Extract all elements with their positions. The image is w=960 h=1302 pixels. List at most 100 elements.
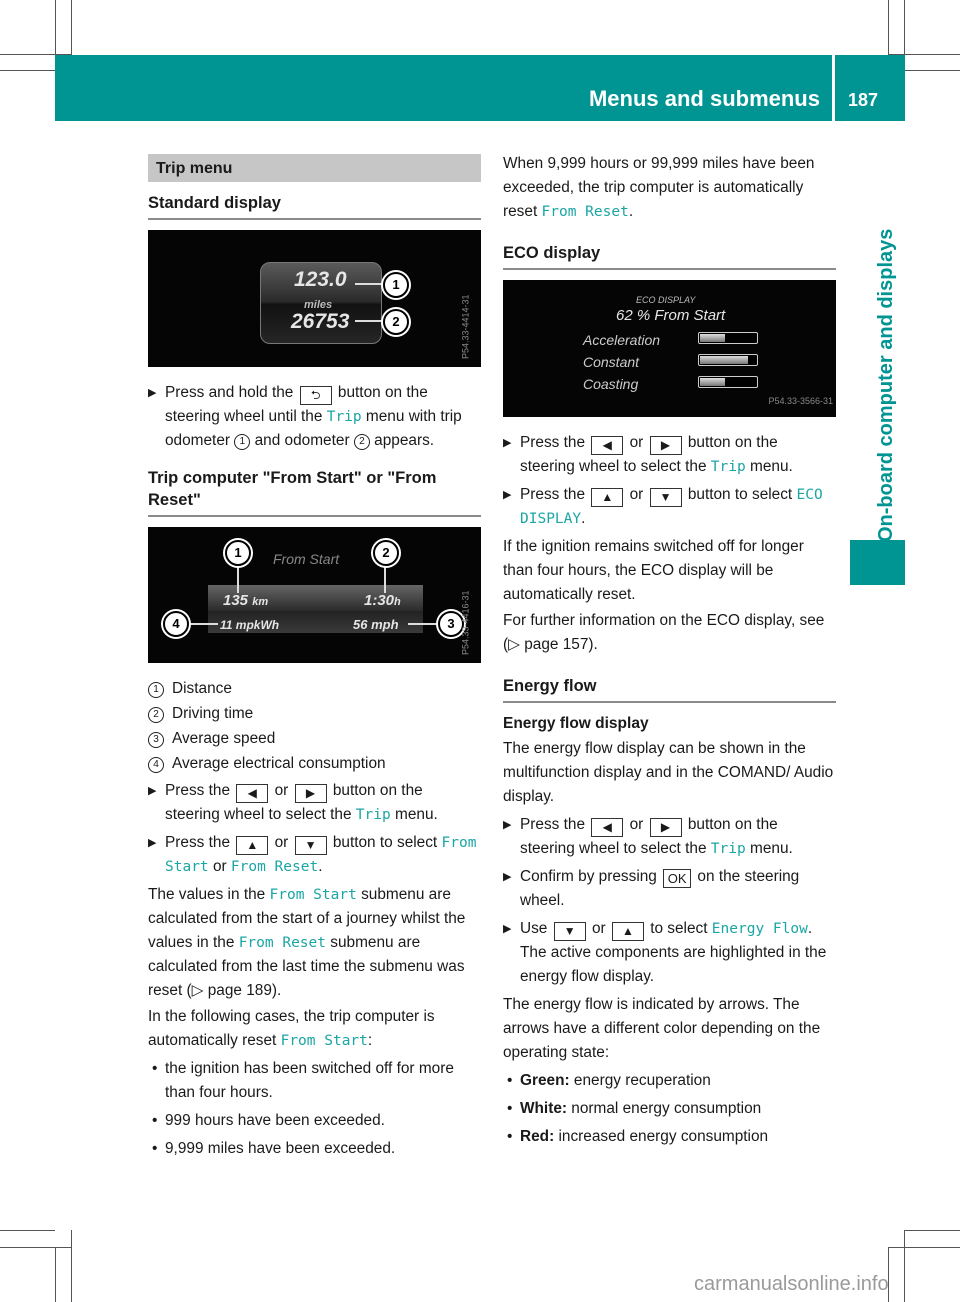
watermark: carmanualsonline.info	[694, 1273, 889, 1295]
menu-link-from-reset: From Reset	[230, 859, 319, 875]
bullet-item: • Green: energy recuperation	[507, 1072, 711, 1089]
legend-item: 4 Average electrical consumption	[148, 752, 481, 776]
right-arrow-button-icon: ▶	[649, 436, 682, 455]
page-number-box	[835, 55, 905, 121]
callout-line	[355, 283, 383, 285]
up-arrow-button-icon: ▲	[611, 922, 644, 941]
menu-link-trip: Trip	[710, 459, 746, 475]
crop-mark	[888, 1247, 960, 1248]
callout-line	[408, 623, 438, 625]
crop-mark	[0, 70, 55, 71]
paragraph: When 9,999 hours or 99,999 miles have be…	[503, 155, 815, 220]
crop-mark	[71, 0, 72, 55]
crop-mark	[55, 1247, 56, 1302]
crop-mark	[888, 0, 889, 55]
chapter-tab-label: On-board computer and displays	[875, 228, 897, 542]
figure-code: P54.33-3566-31	[768, 396, 833, 406]
crop-mark	[905, 1230, 960, 1231]
figure-code: P54.33-4416-31	[461, 590, 471, 655]
speed-readout: 56 mph	[353, 617, 399, 632]
left-column: Trip menu Standard display 123.0 miles 2…	[148, 150, 481, 1165]
trip-odometer-value: 123.0	[294, 268, 347, 291]
crop-mark	[71, 1230, 72, 1302]
crop-mark	[904, 0, 905, 55]
callout-2: 2	[373, 540, 399, 566]
heading-energy-flow: Energy flow	[503, 675, 836, 703]
left-arrow-button-icon: ◀	[591, 818, 624, 837]
eco-row-label: Constant	[583, 354, 640, 370]
eco-row-label: Acceleration	[583, 332, 661, 348]
callout-1: 1	[383, 272, 409, 298]
instruction-step: ▶ Press the ▲ or ▼ button to select From…	[148, 831, 481, 879]
bullet-item: • 999 hours have been exceeded.	[152, 1112, 385, 1129]
instruction-step: ▶ Press and hold the ⮌ button on the ste…	[148, 381, 481, 453]
heading-eco-display: ECO display	[503, 242, 836, 270]
menu-link-from-reset: From Reset	[541, 204, 629, 220]
callout-line	[237, 565, 239, 593]
eco-bar	[698, 332, 758, 344]
callout-2: 2	[383, 309, 409, 335]
distance-readout: 135 km	[223, 592, 269, 609]
eco-subtitle: 62 % From Start	[616, 307, 726, 324]
back-button-icon: ⮌	[299, 386, 332, 405]
subheading-energy-flow-display: Energy flow display	[503, 715, 649, 732]
up-arrow-button-icon: ▲	[236, 836, 269, 855]
eco-bar-fill	[700, 378, 725, 386]
right-arrow-button-icon: ▶	[294, 784, 327, 803]
ref-circle-2: 2	[353, 434, 370, 450]
paragraph: The energy flow display can be shown in …	[503, 740, 834, 805]
step-arrow-icon: ▶	[148, 785, 157, 797]
chapter-tab-marker	[850, 540, 905, 585]
down-arrow-button-icon: ▼	[553, 922, 586, 941]
step-arrow-icon: ▶	[503, 489, 512, 501]
figure-trip-computer: From Start 135 km 1:30h 11 mpkWh 56 mph …	[148, 527, 481, 663]
step-arrow-icon: ▶	[503, 923, 512, 935]
menu-link-trip: Trip	[710, 841, 746, 857]
figure-eco-display: ECO DISPLAY 62 % From Start Acceleration…	[503, 280, 836, 417]
step-arrow-icon: ▶	[503, 819, 512, 831]
figure-standard-display: 123.0 miles 26753 1 2 P54.33-4414-31	[148, 230, 481, 367]
heading-trip-computer: Trip computer "From Start" or "From Rese…	[148, 467, 481, 517]
eco-bar-fill	[700, 356, 748, 364]
eco-bar	[698, 376, 758, 388]
menu-link-trip: Trip	[355, 807, 391, 823]
legend-item: 3 Average speed	[148, 727, 481, 751]
down-arrow-button-icon: ▼	[294, 836, 327, 855]
ok-button-icon: OK	[663, 869, 692, 888]
crop-mark	[0, 1247, 72, 1248]
down-arrow-button-icon: ▼	[649, 488, 682, 507]
crop-mark	[55, 0, 56, 55]
paragraph: The energy flow is indicated by arrows. …	[503, 996, 821, 1061]
page-number: 187	[848, 90, 879, 110]
bullet-item: • 9,999 miles have been exceeded.	[152, 1140, 396, 1157]
figure-code: P54.33-4414-31	[461, 294, 471, 359]
instruction-step: ▶ Press the ◀ or ▶ button on the steerin…	[148, 779, 481, 827]
crop-mark	[0, 1230, 55, 1231]
crop-mark	[904, 1230, 905, 1302]
bullet-item: • White: normal energy consumption	[507, 1100, 762, 1117]
step-arrow-icon: ▶	[503, 437, 512, 449]
paragraph: In the following cases, the trip compute…	[148, 1008, 435, 1049]
legend-item: 1 Distance	[148, 677, 481, 701]
callout-line	[186, 623, 218, 625]
left-arrow-button-icon: ◀	[591, 436, 624, 455]
section-title: Trip menu	[148, 154, 481, 182]
eco-bar	[698, 354, 758, 366]
eco-bar-fill	[700, 334, 725, 342]
odometer-value: 26753	[291, 310, 350, 333]
right-arrow-button-icon: ▶	[649, 818, 682, 837]
legend-item: 2 Driving time	[148, 702, 481, 726]
paragraph: For further information on the ECO displ…	[503, 612, 825, 653]
callout-1: 1	[225, 540, 251, 566]
chapter-tab: On-board computer and displays	[872, 122, 900, 542]
ref-circle-1: 1	[234, 434, 251, 450]
callout-line	[355, 320, 383, 322]
step-arrow-icon: ▶	[503, 871, 512, 883]
instruction-step: ▶ Confirm by pressing OK on the steering…	[503, 865, 836, 913]
time-readout: 1:30h	[364, 592, 401, 609]
paragraph: The values in the From Start submenu are…	[148, 886, 466, 999]
heading-standard-display: Standard display	[148, 192, 481, 220]
menu-link-trip: Trip	[326, 409, 362, 425]
instruction-step: ▶ Press the ◀ or ▶ button on the steerin…	[503, 431, 836, 479]
paragraph: If the ignition remains switched off for…	[503, 538, 804, 603]
